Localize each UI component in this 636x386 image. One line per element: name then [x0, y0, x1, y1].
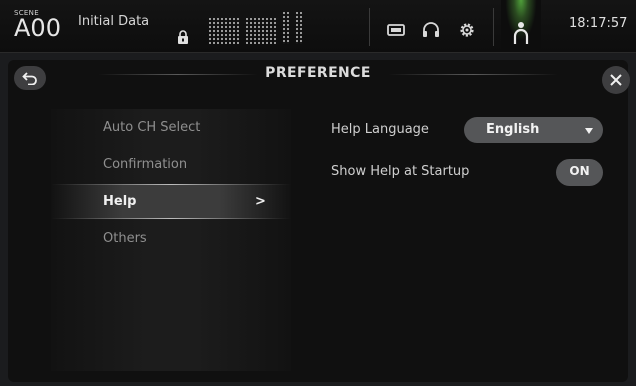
- chevron-right-icon: >: [255, 194, 266, 209]
- menu-item-confirmation[interactable]: Confirmation: [51, 147, 291, 182]
- recorder-icon[interactable]: [386, 20, 406, 40]
- menu-item-auto-ch-select[interactable]: Auto CH Select: [51, 110, 291, 145]
- menu-item-label: Confirmation: [103, 157, 188, 172]
- meters-icon[interactable]: [209, 10, 362, 44]
- help-language-dropdown[interactable]: English: [464, 117, 603, 143]
- user-button[interactable]: [501, 0, 541, 52]
- gear-icon[interactable]: [457, 20, 477, 40]
- menu-item-help[interactable]: Help >: [51, 184, 291, 219]
- scene-number[interactable]: A00: [14, 15, 61, 41]
- menu-item-label: Auto CH Select: [103, 120, 201, 135]
- back-arrow-icon: [22, 72, 37, 85]
- divider: [369, 8, 370, 46]
- menu-item-others[interactable]: Others: [51, 221, 291, 256]
- headphones-icon[interactable]: [421, 20, 441, 40]
- chevron-down-icon: [585, 128, 593, 134]
- show-help-value: ON: [569, 164, 590, 178]
- help-language-value: English: [486, 122, 540, 137]
- close-icon: [610, 74, 622, 86]
- lock-icon[interactable]: [177, 29, 189, 44]
- scene-title[interactable]: Initial Data: [78, 14, 149, 29]
- clock: 18:17:57: [569, 16, 628, 31]
- back-button[interactable]: [14, 66, 46, 90]
- menu-item-label: Help: [103, 194, 137, 209]
- page-title: PREFERENCE: [265, 65, 371, 81]
- divider: [493, 8, 494, 46]
- show-help-toggle[interactable]: ON: [556, 159, 603, 186]
- panel-header: PREFERENCE: [8, 60, 630, 94]
- close-button[interactable]: [602, 66, 630, 94]
- menu-item-label: Others: [103, 231, 147, 246]
- user-icon: [513, 22, 529, 44]
- preference-panel: PREFERENCE Auto CH Select Confirmation H…: [8, 60, 630, 382]
- preference-menu: Auto CH Select Confirmation Help > Other…: [51, 109, 291, 371]
- top-bar: SCENE A00 Initial Data 18:17:57: [0, 0, 636, 53]
- show-help-label: Show Help at Startup: [331, 164, 470, 179]
- help-language-label: Help Language: [331, 122, 429, 137]
